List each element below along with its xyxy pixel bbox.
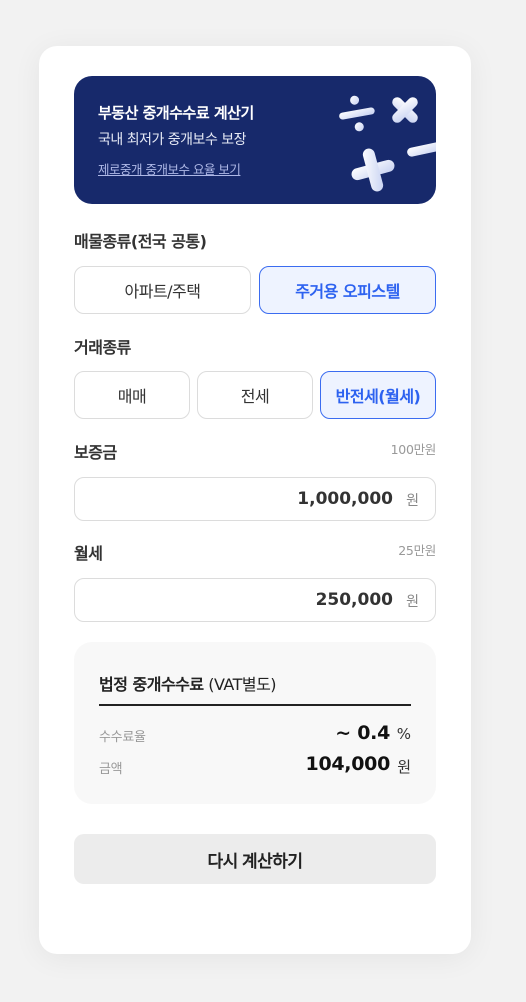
option-monthly-rent[interactable]: 반전세(월세) [320,371,436,419]
option-apartment-house[interactable]: 아파트/주택 [74,266,251,314]
deposit-input[interactable] [133,478,393,520]
result-panel: 법정 중개수수료 (VAT별도) 수수료율 ~ 0.4 % 금액 104,000… [74,642,436,804]
banner-title: 부동산 중개수수료 계산기 [98,104,254,122]
math-symbols-icon [339,95,436,192]
deposit-label: 보증금 [74,443,117,462]
result-title-suffix: (VAT별도) [203,675,277,694]
deposit-unit: 원 [406,493,419,509]
amount-unit: 원 [397,758,411,776]
monthly-rent-field[interactable]: 원 [74,578,436,622]
rate-value: ~ 0.4 [335,722,390,744]
rate-label: 수수료율 [99,730,146,745]
calculator-card: 부동산 중개수수료 계산기 국내 최저가 중개보수 보장 제로중개 중개보수 요… [39,46,471,954]
rate-unit: % [396,725,411,743]
option-sale[interactable]: 매매 [74,371,190,419]
option-jeonse[interactable]: 전세 [197,371,313,419]
promo-banner: 부동산 중개수수료 계산기 국내 최저가 중개보수 보장 제로중개 중개보수 요… [74,76,436,204]
monthly-rent-label: 월세 [74,544,103,563]
property-type-label: 매물종류(전국 공통) [74,232,207,251]
monthly-rent-hint: 25만원 [398,543,436,558]
banner-subtitle: 국내 최저가 중개보수 보장 [98,132,247,148]
deposit-field[interactable]: 원 [74,477,436,521]
monthly-rent-unit: 원 [406,594,419,610]
result-divider [99,704,411,706]
amount-label: 금액 [99,762,123,777]
fee-rate-link[interactable]: 제로중개 중개보수 요율 보기 [98,159,241,178]
monthly-rent-input[interactable] [133,579,393,621]
amount-value: 104,000 [305,753,391,775]
result-title: 법정 중개수수료 (VAT별도) [99,671,277,695]
recalculate-button[interactable]: 다시 계산하기 [74,834,436,884]
transaction-type-label: 거래종류 [74,338,131,357]
deposit-hint: 100만원 [390,442,437,457]
option-residential-officetel[interactable]: 주거용 오피스텔 [259,266,436,314]
result-title-main: 법정 중개수수료 [99,675,204,694]
